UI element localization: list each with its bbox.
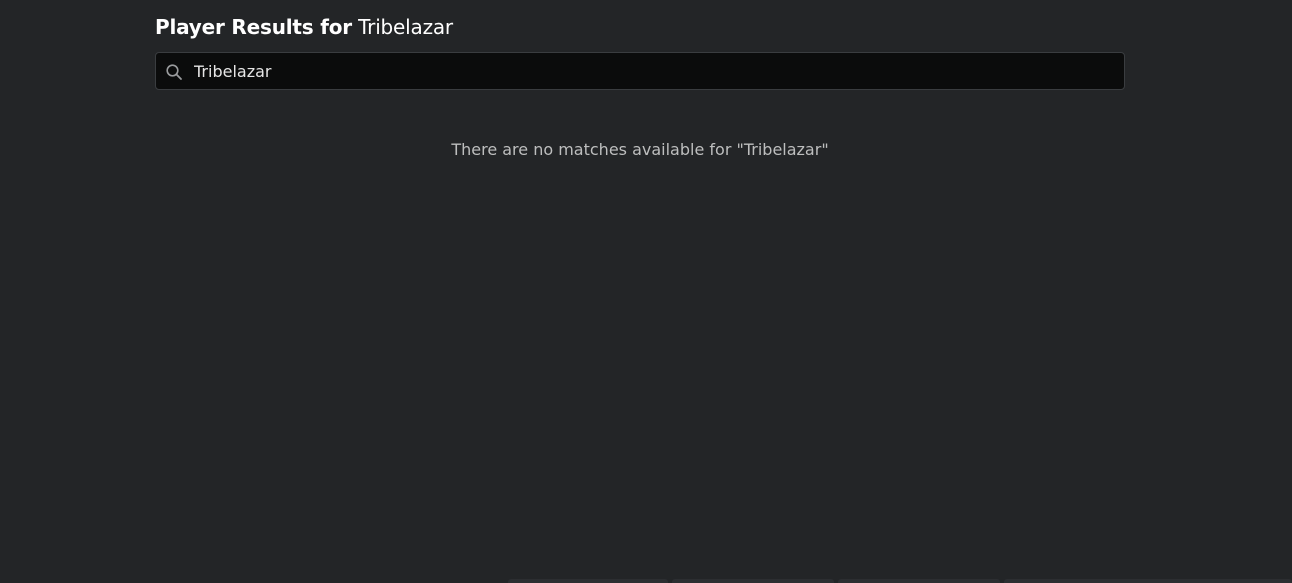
page-title-query: Tribelazar xyxy=(358,15,453,39)
page-title-prefix: Player Results for xyxy=(155,15,352,39)
search-box[interactable] xyxy=(155,52,1125,90)
search-icon xyxy=(165,63,183,81)
bottom-panel-edge xyxy=(838,579,1000,583)
player-search-results-page: Player Results for Tribelazar There are … xyxy=(0,0,1292,583)
bottom-panel-edge xyxy=(672,579,834,583)
bottom-panel-edge xyxy=(508,579,668,583)
no-results-message: There are no matches available for "Trib… xyxy=(451,140,829,159)
page-title: Player Results for Tribelazar xyxy=(155,13,453,41)
search-input[interactable] xyxy=(194,53,1114,89)
bottom-panel-edge xyxy=(1004,579,1292,583)
